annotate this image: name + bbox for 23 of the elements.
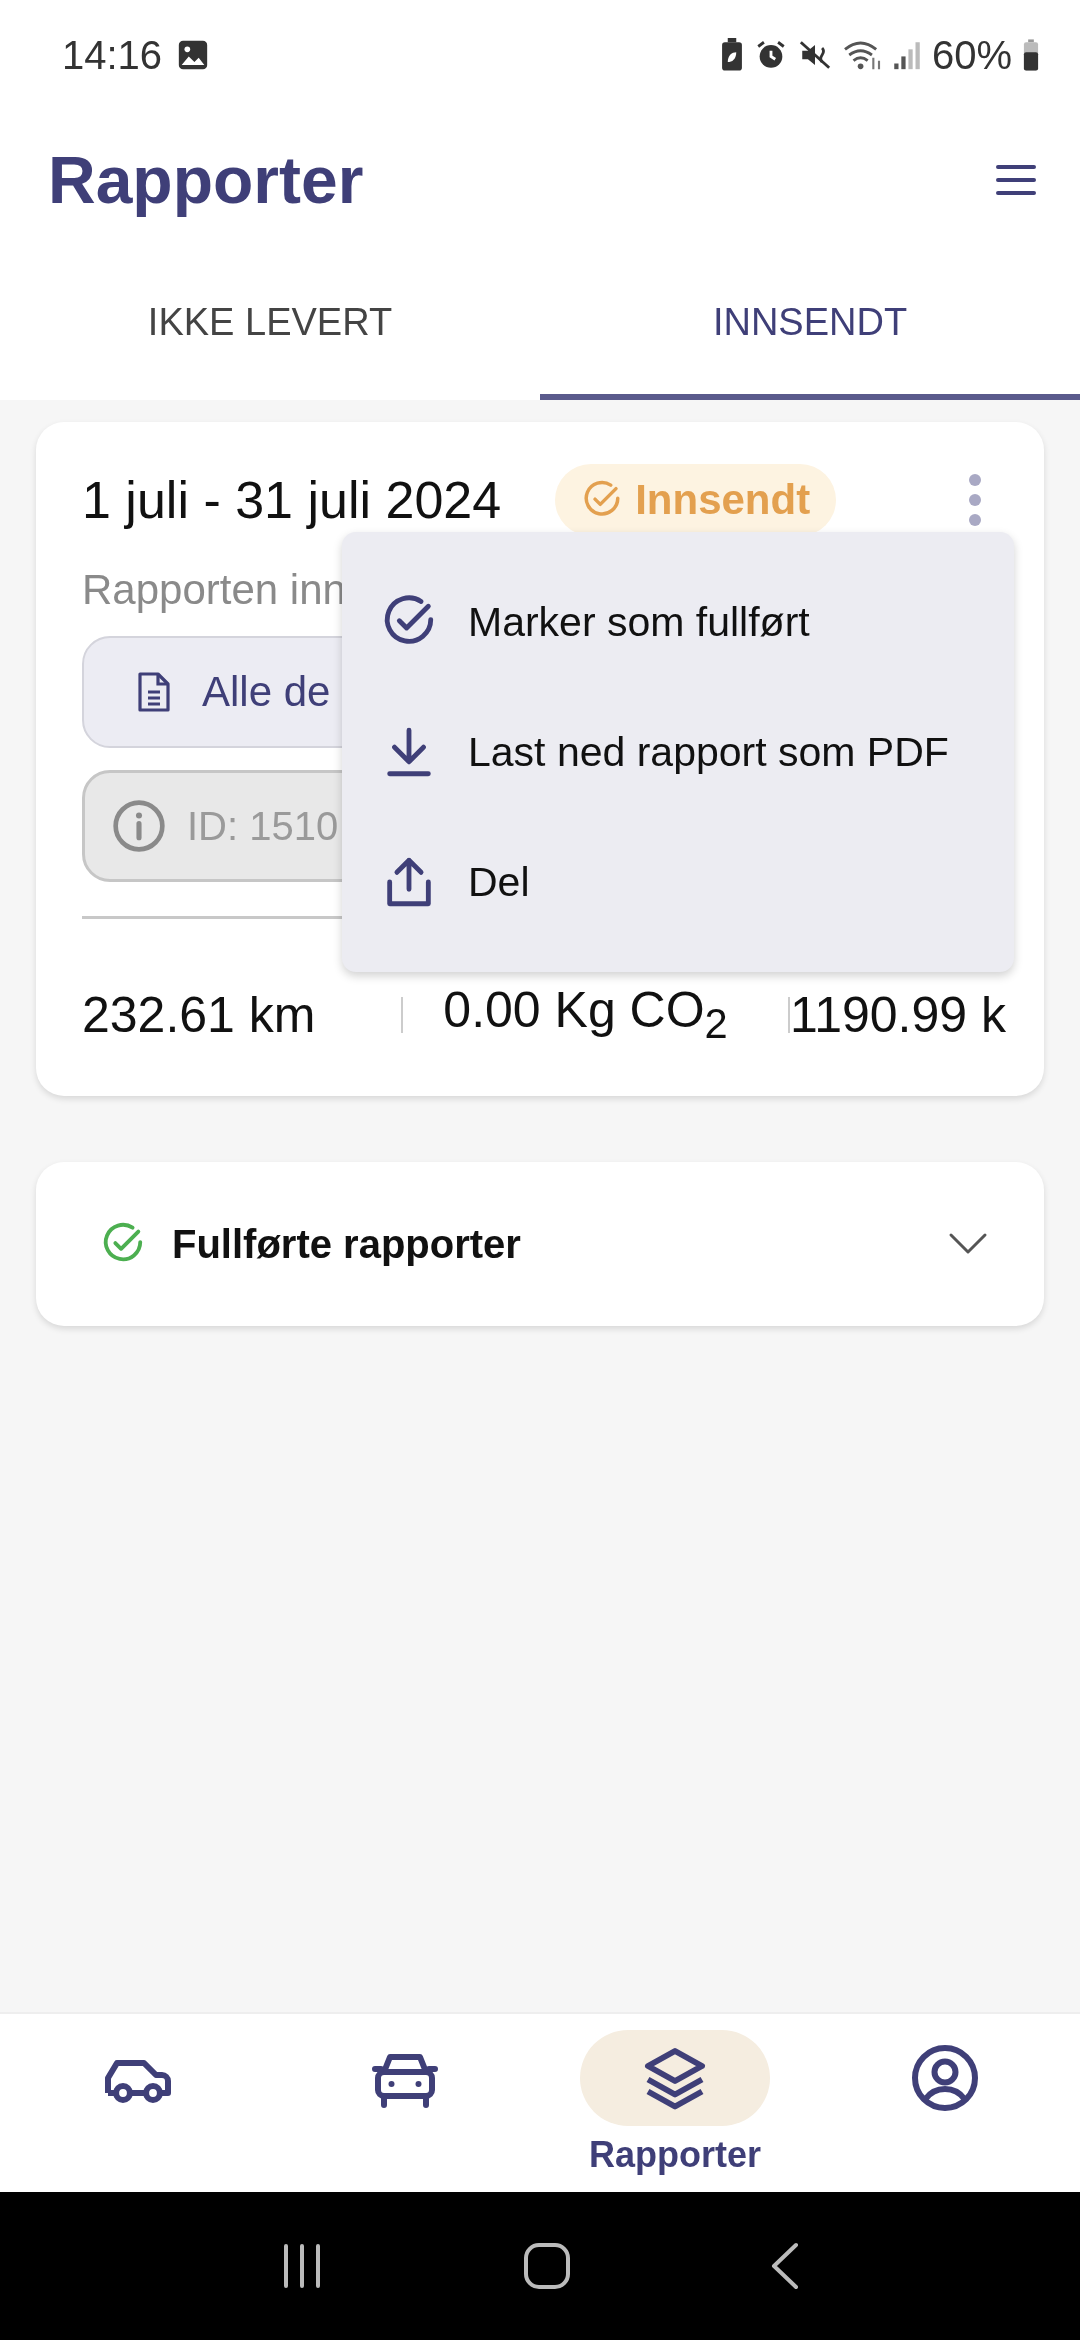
stat-value: 1190.99 k <box>790 985 1006 1044</box>
profile-icon <box>909 2042 981 2114</box>
id-text: ID: 1510 <box>187 803 339 849</box>
expandable-section[interactable]: Fullførte rapporter <box>36 1162 1044 1326</box>
home-icon[interactable] <box>523 2242 571 2290</box>
battery-saver-icon <box>719 38 744 72</box>
menu-item[interactable]: Del <box>342 817 1014 947</box>
menu-item[interactable]: Last ned rapport som PDF <box>342 687 1014 817</box>
stat-value: 232.61 km <box>82 985 317 1044</box>
clock-time: 14:16 <box>62 32 163 78</box>
battery-icon <box>1022 38 1040 72</box>
chevron-down-icon <box>948 1232 988 1256</box>
wifi-icon <box>841 38 882 72</box>
section-title: Fullførte rapporter <box>172 1221 522 1267</box>
menu-icon[interactable] <box>996 164 1036 196</box>
back-icon[interactable] <box>770 2242 801 2290</box>
stat-value: 0.00 Kg CO$_{2}$ <box>442 981 729 1048</box>
report-period: 1 juli - 31 juli 2024 <box>82 470 502 530</box>
nav-label: Rapporter <box>589 2134 761 2176</box>
status-label: Innsendt <box>635 476 811 524</box>
page-title: Rapporter <box>48 142 364 218</box>
info-icon <box>111 798 167 854</box>
battery-percent: 60% <box>931 32 1012 78</box>
